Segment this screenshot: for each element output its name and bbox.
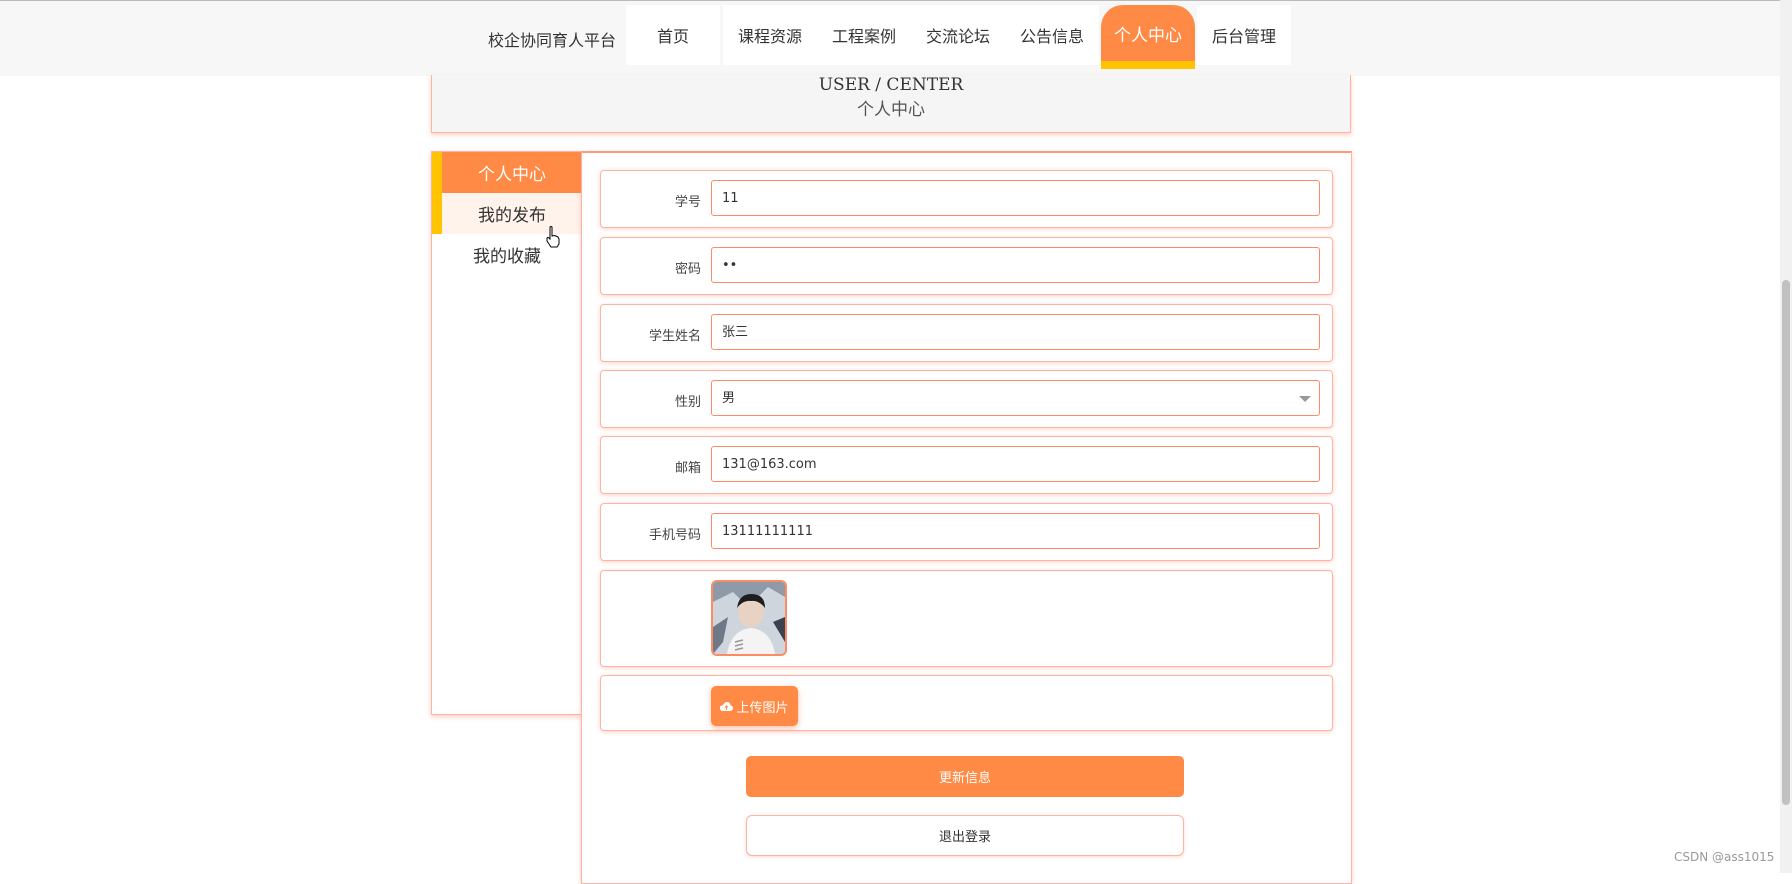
sidebar-item-label: 我的发布 bbox=[478, 206, 546, 226]
page-banner: USER / CENTER 个人中心 bbox=[431, 75, 1351, 133]
site-brand[interactable]: 校企协同育人平台 bbox=[488, 27, 616, 51]
nav-item-label: 首页 bbox=[656, 27, 689, 46]
form-row-phone: 手机号码 13111111111 bbox=[600, 503, 1333, 561]
sidebar-item-user-center[interactable]: 个人中心 bbox=[432, 152, 582, 193]
page-scrollbar[interactable] bbox=[1780, 0, 1792, 873]
form-row-gender: 性别 男 bbox=[600, 370, 1333, 428]
chevron-down-icon bbox=[1299, 396, 1311, 402]
password-label: 密码 bbox=[674, 262, 701, 277]
form-row-email: 邮箱 131@163.com bbox=[600, 436, 1333, 494]
logout-button[interactable]: 退出登录 bbox=[746, 815, 1184, 856]
nav-item-label: 交流论坛 bbox=[925, 27, 990, 46]
nav-item-label: 工程案例 bbox=[831, 27, 896, 46]
email-label: 邮箱 bbox=[674, 461, 701, 476]
banner-title-zh: 个人中心 bbox=[857, 100, 925, 120]
nav-item-notices[interactable]: 公告信息 bbox=[1005, 5, 1099, 65]
upload-image-label: 上传图片 bbox=[736, 700, 789, 716]
phone-label: 手机号码 bbox=[648, 528, 701, 543]
top-navbar: 校企协同育人平台 首页 课程资源 工程案例 交流论坛 公告信息 个人中心 后台管… bbox=[0, 0, 1792, 76]
student-id-input[interactable]: 11 bbox=[711, 180, 1320, 216]
form-row-student-name: 学生姓名 张三 bbox=[600, 304, 1333, 362]
nav-item-label: 课程资源 bbox=[737, 27, 802, 46]
phone-input[interactable]: 13111111111 bbox=[711, 513, 1320, 549]
avatar-image[interactable] bbox=[711, 580, 787, 656]
nav-item-courses[interactable]: 课程资源 bbox=[723, 5, 817, 65]
update-info-button[interactable]: 更新信息 bbox=[746, 756, 1184, 797]
form-row-upload: 上传图片 bbox=[600, 675, 1333, 731]
sidebar: 个人中心 我的发布 我的收藏 bbox=[431, 151, 583, 715]
nav-item-label: 后台管理 bbox=[1211, 27, 1276, 46]
nav-item-user-center[interactable]: 个人中心 bbox=[1101, 5, 1195, 69]
student-name-input[interactable]: 张三 bbox=[711, 314, 1320, 350]
nav-item-admin[interactable]: 后台管理 bbox=[1197, 5, 1291, 65]
form-row-avatar bbox=[600, 570, 1333, 667]
form-row-student-id: 学号 11 bbox=[600, 170, 1333, 228]
sidebar-item-label: 我的收藏 bbox=[473, 247, 541, 267]
sidebar-item-label: 个人中心 bbox=[478, 165, 546, 185]
scrollbar-thumb[interactable] bbox=[1782, 280, 1790, 805]
profile-form-panel: 学号 11 密码 •• 学生姓名 张三 性别 男 邮箱 131@163.com … bbox=[581, 151, 1352, 884]
password-input[interactable]: •• bbox=[711, 247, 1320, 283]
nav-item-cases[interactable]: 工程案例 bbox=[817, 5, 911, 65]
email-input[interactable]: 131@163.com bbox=[711, 446, 1320, 482]
watermark: CSDN @ass1015 bbox=[1674, 850, 1775, 864]
nav-item-label: 个人中心 bbox=[1114, 25, 1182, 46]
avatar-photo-icon bbox=[713, 582, 785, 654]
nav-item-forum[interactable]: 交流论坛 bbox=[911, 5, 1005, 65]
nav-item-label: 公告信息 bbox=[1019, 27, 1084, 46]
nav-item-home[interactable]: 首页 bbox=[626, 5, 720, 65]
pointer-cursor-icon bbox=[546, 226, 560, 248]
student-name-label: 学生姓名 bbox=[648, 329, 701, 344]
banner-title-en: USER / CENTER bbox=[818, 75, 964, 95]
upload-image-button[interactable]: 上传图片 bbox=[711, 686, 798, 726]
cloud-upload-icon bbox=[720, 701, 734, 711]
student-id-label: 学号 bbox=[674, 195, 701, 210]
gender-select[interactable]: 男 bbox=[711, 380, 1320, 416]
form-row-password: 密码 •• bbox=[600, 237, 1333, 295]
gender-select-value: 男 bbox=[722, 391, 736, 406]
gender-label: 性别 bbox=[674, 395, 701, 410]
